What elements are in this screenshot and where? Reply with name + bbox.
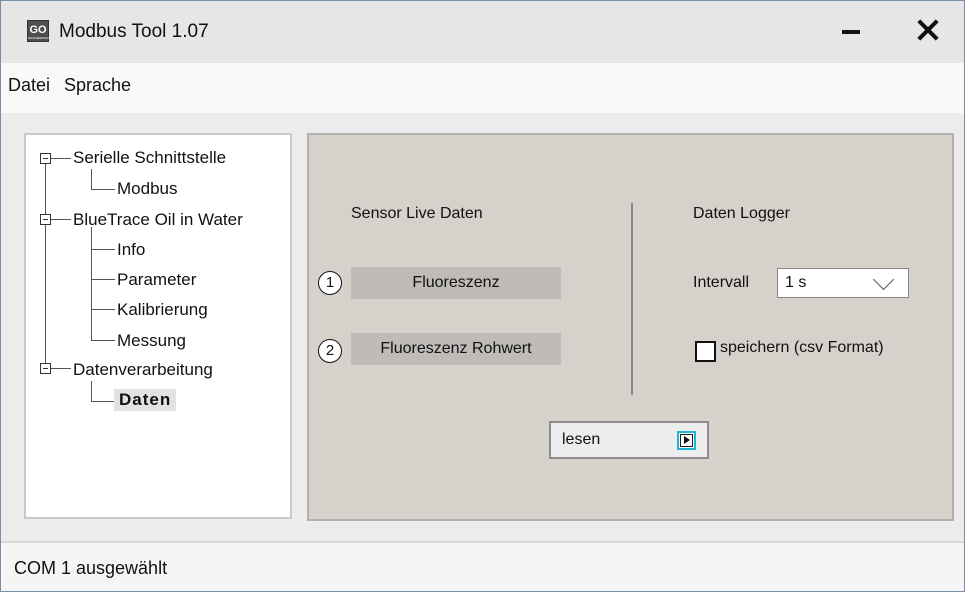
section-divider [631, 203, 633, 395]
tree-connector-line [51, 158, 71, 159]
tree-connector-line [91, 189, 115, 190]
tree-connector-line [91, 279, 115, 280]
minimize-button[interactable] [839, 17, 865, 45]
tree-item-info[interactable]: Info [117, 240, 145, 260]
tree-connector-line [91, 340, 115, 341]
tree-connector-line [51, 368, 71, 369]
title-bar: GO ENGINEERING Modbus Tool 1.07 [1, 1, 964, 63]
fluoreszenz-rohwert-button[interactable]: Fluoreszenz Rohwert [351, 333, 561, 365]
tree-item-parameter[interactable]: Parameter [117, 270, 196, 290]
collapse-toggle-icon[interactable] [40, 363, 51, 374]
save-csv-checkbox[interactable] [695, 341, 716, 362]
tree-connector-line [91, 381, 92, 401]
play-icon[interactable] [677, 431, 696, 450]
menu-item-datei[interactable]: Datei [8, 75, 50, 96]
tree-item-modbus[interactable]: Modbus [117, 179, 177, 199]
menu-item-sprache[interactable]: Sprache [64, 75, 131, 96]
tree-connector-line [91, 309, 115, 310]
interval-value: 1 s [785, 274, 807, 291]
daten-panel: Sensor Live Daten Daten Logger 1 Fluores… [307, 133, 954, 521]
logo-text: GO [29, 24, 47, 36]
logo-subtext: ENGINEERING [28, 36, 50, 40]
tree-item-bluetrace[interactable]: BlueTrace Oil in Water [73, 210, 243, 230]
fluoreszenz-button[interactable]: Fluoreszenz [351, 267, 561, 299]
interval-select[interactable]: 1 s [777, 268, 909, 298]
tree-item-messung[interactable]: Messung [117, 331, 186, 351]
collapse-toggle-icon[interactable] [40, 153, 51, 164]
lesen-button[interactable]: lesen [549, 421, 709, 459]
save-csv-label: speichern (csv Format) [720, 339, 884, 356]
tree-connector-line [51, 219, 71, 220]
app-logo: GO ENGINEERING [27, 20, 49, 42]
interval-label: Intervall [693, 274, 750, 291]
navigation-tree: Serielle Schnittstelle Modbus BlueTrace … [24, 133, 292, 519]
tree-connector-line [91, 401, 115, 402]
sensor-live-heading: Sensor Live Daten [351, 205, 483, 222]
close-button[interactable] [914, 17, 942, 45]
data-logger-heading: Daten Logger [693, 205, 790, 222]
tree-item-daten[interactable]: Daten [114, 389, 177, 411]
tree-item-datenverarbeitung[interactable]: Datenverarbeitung [73, 360, 213, 380]
window-title: Modbus Tool 1.07 [59, 21, 209, 42]
menu-bar: Datei Sprache [1, 63, 964, 113]
app-window: GO ENGINEERING Modbus Tool 1.07 Datei Sp… [0, 0, 965, 592]
collapse-toggle-icon[interactable] [40, 214, 51, 225]
status-bar: COM 1 ausgewählt [1, 541, 964, 591]
number-badge-1: 1 [318, 271, 342, 295]
lesen-label: lesen [562, 431, 601, 448]
tree-connector-line [45, 164, 46, 368]
tree-connector-line [91, 227, 92, 340]
tree-item-serielle-schnittstelle[interactable]: Serielle Schnittstelle [73, 148, 226, 168]
tree-connector-line [91, 249, 115, 250]
tree-item-kalibrierung[interactable]: Kalibrierung [117, 300, 208, 320]
main-content: Serielle Schnittstelle Modbus BlueTrace … [1, 113, 964, 541]
status-text: COM 1 ausgewählt [14, 558, 168, 578]
number-badge-2: 2 [318, 339, 342, 363]
chevron-down-icon [872, 268, 895, 291]
tree-connector-line [91, 169, 92, 189]
